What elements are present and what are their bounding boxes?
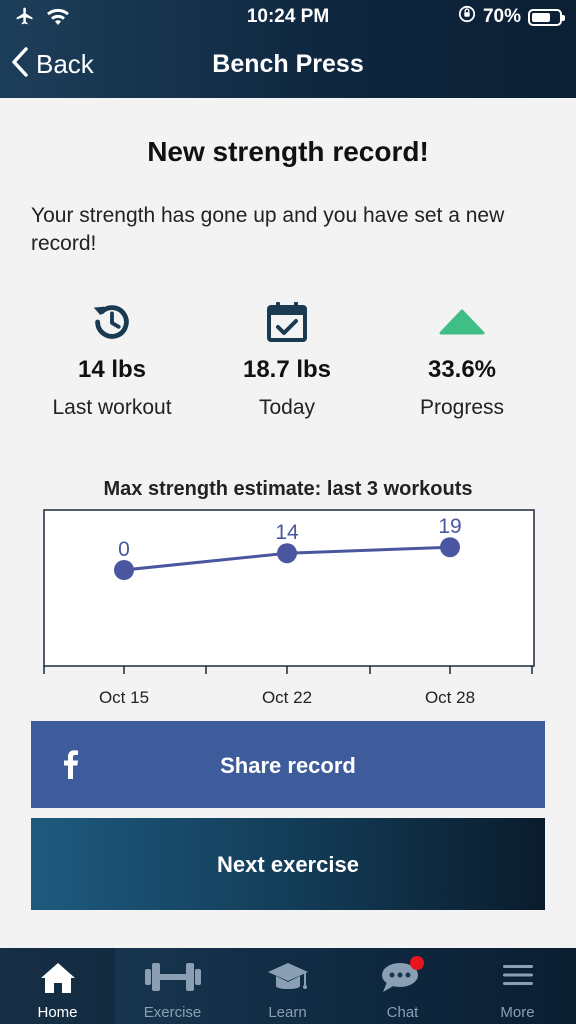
- data-point: [277, 543, 297, 564]
- chart-title: Max strength estimate: last 3 workouts: [103, 478, 473, 500]
- record-description: Your strength has gone up and you have s…: [31, 204, 505, 255]
- x-tick-label: Oct 15: [99, 688, 149, 707]
- stat-today: 18.7 lbs Today: [192, 298, 382, 420]
- strength-chart: Max strength estimate: last 3 workouts 0…: [0, 478, 576, 718]
- stat-value: 14 lbs: [77, 356, 147, 383]
- tab-bar: Home Exercise Learn Chat More: [0, 948, 576, 1024]
- tab-chat[interactable]: Chat: [345, 948, 460, 1024]
- tab-label: More: [500, 1004, 535, 1021]
- notification-badge: [410, 956, 424, 970]
- chart-plot: 0 Oct 15 14 Oct 22 19 Oct 28: [43, 509, 535, 707]
- tab-label: Home: [37, 1004, 78, 1021]
- battery-percent: 70%: [482, 6, 521, 27]
- menu-icon: [460, 960, 575, 990]
- x-tick-label: Oct 22: [262, 688, 312, 707]
- tab-label: Chat: [386, 1004, 419, 1021]
- stat-last-workout: 14 lbs Last workout: [17, 298, 207, 420]
- page-title: Bench Press: [212, 50, 364, 78]
- nav-bar: Back Bench Press: [0, 34, 576, 98]
- graduation-cap-icon: [230, 960, 345, 996]
- history-icon: [17, 298, 207, 346]
- data-point: [114, 560, 134, 580]
- data-point: [440, 537, 460, 558]
- calendar-check-icon: [192, 298, 382, 346]
- orientation-lock-icon: [458, 5, 476, 29]
- data-label: 19: [438, 515, 461, 538]
- chat-icon: [345, 960, 460, 996]
- tab-exercise[interactable]: Exercise: [115, 948, 230, 1024]
- stat-label: Last workout: [52, 396, 172, 419]
- stat-label: Today: [258, 396, 316, 419]
- next-exercise-button[interactable]: Next exercise: [31, 818, 545, 910]
- tab-label: Exercise: [143, 1004, 202, 1021]
- stat-value: 33.6%: [427, 356, 497, 383]
- tab-home[interactable]: Home: [0, 948, 115, 1024]
- up-triangle-icon: [367, 298, 557, 346]
- stat-label: Progress: [419, 396, 505, 419]
- dumbbell-icon: [115, 960, 230, 994]
- tab-label: Learn: [268, 1004, 307, 1021]
- share-label: Share record: [220, 753, 356, 778]
- stats-row: 14 lbs Last workout 18.7 lbs Today 33.6%: [0, 298, 576, 428]
- battery-icon: [528, 8, 565, 26]
- data-label: 0: [118, 538, 130, 561]
- home-icon: [0, 960, 115, 996]
- record-title: New strength record!: [147, 136, 429, 167]
- stat-value: 18.7 lbs: [242, 356, 332, 383]
- status-right: 70%: [458, 5, 565, 29]
- tab-more[interactable]: More: [460, 948, 575, 1024]
- data-label: 14: [275, 521, 299, 544]
- stat-progress: 33.6% Progress: [367, 298, 557, 420]
- header: 10:24 PM 70% Back Bench Press: [0, 0, 576, 98]
- tab-learn[interactable]: Learn: [230, 948, 345, 1024]
- main-content: New strength record! Your strength has g…: [0, 98, 576, 948]
- x-tick-label: Oct 28: [425, 688, 475, 707]
- next-label: Next exercise: [217, 852, 359, 877]
- share-record-button[interactable]: Share record: [31, 721, 545, 808]
- status-bar: 10:24 PM 70%: [0, 0, 576, 34]
